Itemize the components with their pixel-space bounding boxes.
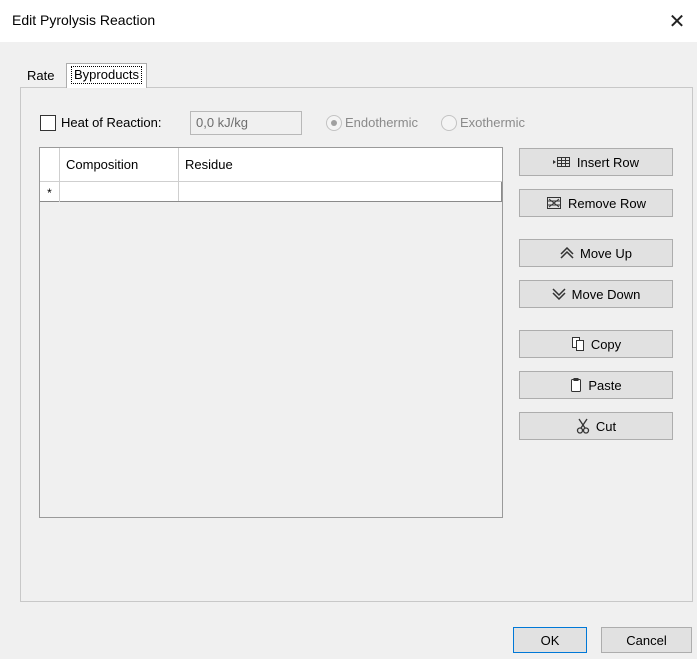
heat-of-reaction-checkbox[interactable] [40,115,56,131]
heat-of-reaction-label: Heat of Reaction: [61,115,162,130]
column-header-composition[interactable]: Composition [60,148,179,181]
paste-icon [570,377,582,393]
remove-row-label: Remove Row [567,195,647,211]
close-icon[interactable]: ✕ [657,0,697,42]
column-header-residue[interactable]: Residue [179,148,502,181]
window-title: Edit Pyrolysis Reaction [12,12,156,28]
copy-icon [571,336,585,352]
ok-button[interactable]: OK [513,627,587,653]
endothermic-radio[interactable] [326,115,342,131]
insert-row-icon [552,156,571,168]
move-up-icon [560,247,574,259]
move-up-label: Move Up [579,245,633,261]
tab-rate[interactable]: Rate [22,66,59,88]
heat-of-reaction-field[interactable]: 0,0 kJ/kg [190,111,302,135]
title-bar: Edit Pyrolysis Reaction ✕ [0,0,697,42]
tab-byproducts-label: Byproducts [71,66,143,84]
table-row[interactable]: * [40,181,502,202]
move-down-icon [552,288,566,300]
byproducts-table[interactable]: Composition Residue * [39,147,503,518]
tab-byproducts[interactable]: Byproducts [66,63,148,88]
paste-label: Paste [588,377,622,393]
exothermic-radio[interactable] [441,115,457,131]
move-down-button[interactable]: Move Down [519,280,673,308]
endothermic-label: Endothermic [345,115,418,130]
copy-button[interactable]: Copy [519,330,673,358]
remove-row-icon [546,196,562,210]
cut-button[interactable]: Cut [519,412,673,440]
move-up-button[interactable]: Move Up [519,239,673,267]
cut-icon [576,418,590,434]
insert-row-label: Insert Row [576,154,640,170]
copy-label: Copy [590,336,622,352]
insert-row-button[interactable]: Insert Row [519,148,673,176]
move-down-label: Move Down [571,286,641,302]
cut-label: Cut [595,418,617,434]
exothermic-label: Exothermic [460,115,526,130]
remove-row-button[interactable]: Remove Row [519,189,673,217]
cancel-button[interactable]: Cancel [601,627,692,653]
cell-residue[interactable] [179,182,502,201]
cell-composition[interactable] [60,182,179,201]
row-header-corner[interactable] [40,148,60,181]
new-row-marker: * [40,182,60,202]
table-header: Composition Residue [40,148,502,181]
paste-button[interactable]: Paste [519,371,673,399]
